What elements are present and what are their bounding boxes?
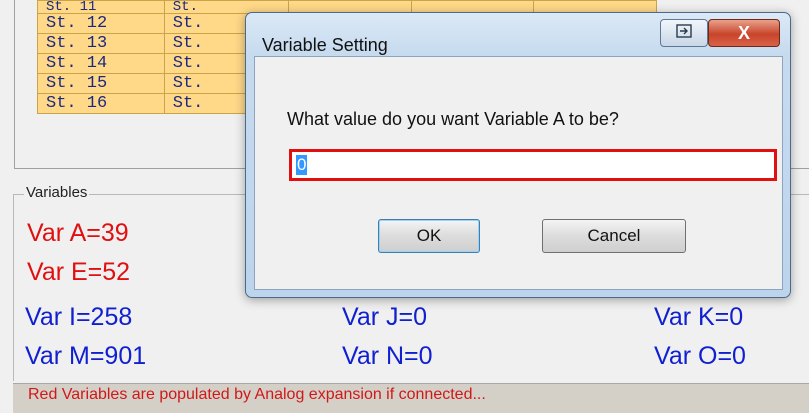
table-cell[interactable]: St. 13 bbox=[37, 33, 165, 54]
table-cell[interactable]: St. 11 bbox=[37, 0, 165, 14]
var-a-value: Var A=39 bbox=[27, 219, 129, 247]
input-value: 0 bbox=[296, 155, 308, 175]
ok-button[interactable]: OK bbox=[378, 219, 480, 253]
var-j-value: Var J=0 bbox=[342, 303, 427, 331]
variables-group-title: Variables bbox=[24, 184, 90, 201]
table-cell[interactable]: St. 16 bbox=[37, 93, 165, 114]
dialog-title: Variable Setting bbox=[262, 35, 388, 55]
table-cell[interactable]: St. 14 bbox=[37, 53, 165, 74]
var-i-value: Var I=258 bbox=[25, 303, 133, 331]
var-e-value: Var E=52 bbox=[27, 258, 131, 286]
status-message: Red Variables are populated by Analog ex… bbox=[28, 386, 486, 403]
dialog-body: What value do you want Variable A to be?… bbox=[254, 56, 783, 290]
restore-button[interactable] bbox=[660, 19, 708, 47]
variable-setting-dialog: Variable Setting X What value do you wan… bbox=[245, 12, 791, 298]
close-icon: X bbox=[737, 22, 750, 43]
dialog-prompt: What value do you want Variable A to be? bbox=[287, 109, 619, 129]
variable-value-input[interactable]: 0 bbox=[289, 149, 777, 181]
table-cell[interactable]: St. 12 bbox=[37, 13, 165, 34]
var-n-value: Var N=0 bbox=[342, 342, 433, 370]
var-k-value: Var K=0 bbox=[654, 303, 744, 331]
table-cell[interactable]: St. 15 bbox=[37, 73, 165, 94]
restore-icon bbox=[676, 23, 692, 43]
var-o-value: Var O=0 bbox=[654, 342, 746, 370]
cancel-button[interactable]: Cancel bbox=[542, 219, 686, 253]
close-button[interactable]: X bbox=[708, 19, 780, 47]
var-m-value: Var M=901 bbox=[25, 342, 147, 370]
